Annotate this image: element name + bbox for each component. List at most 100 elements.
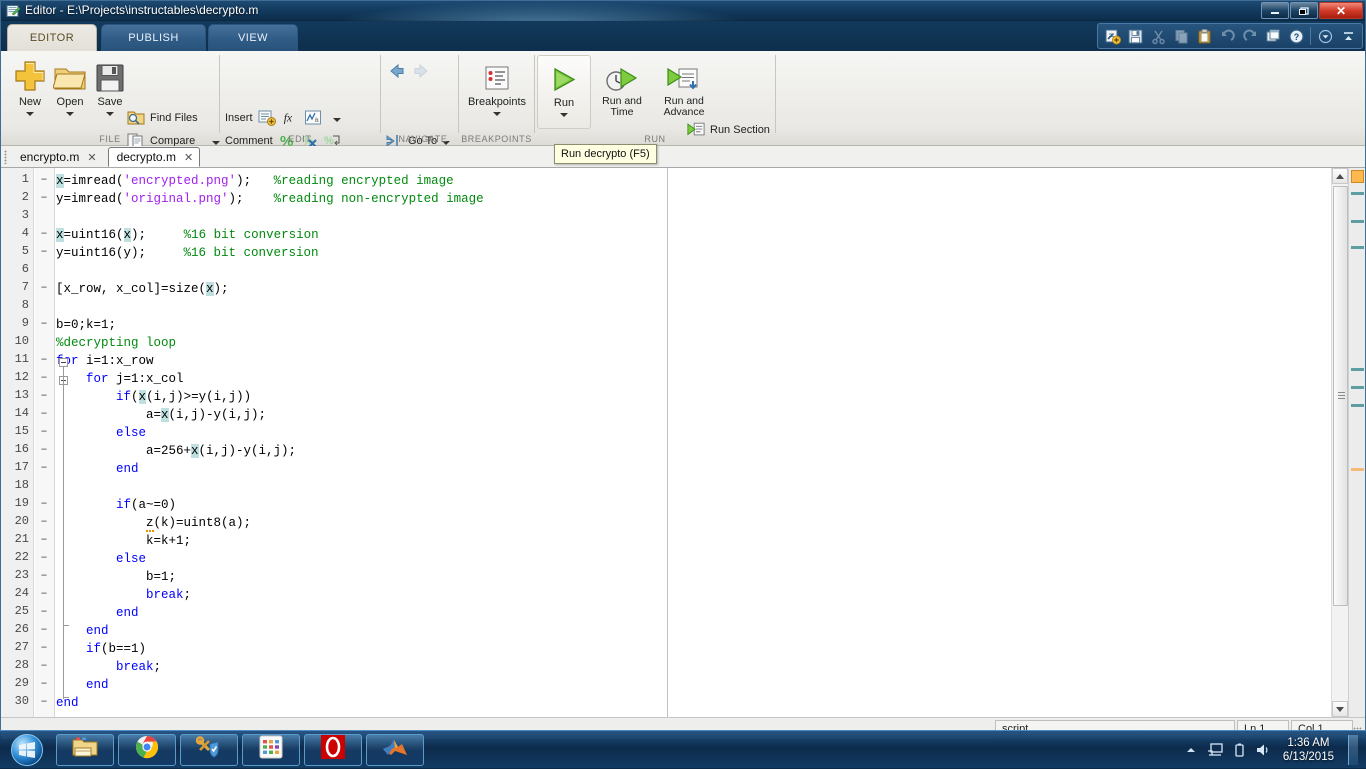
chevron-down-icon[interactable] [26, 112, 34, 116]
start-button[interactable] [2, 732, 52, 768]
executable-line-marker[interactable]: – [40, 172, 48, 186]
executable-line-marker[interactable]: – [40, 496, 48, 510]
analyzer-mark[interactable] [1351, 368, 1364, 371]
code-line[interactable]: x=imread('encrypted.png'); %reading encr… [56, 172, 454, 190]
executable-line-marker[interactable]: – [40, 190, 48, 204]
redo-icon[interactable] [1239, 25, 1261, 47]
new-script-icon[interactable] [1101, 25, 1123, 47]
executable-line-marker[interactable]: – [40, 532, 48, 546]
executable-line-marker[interactable]: – [40, 514, 48, 528]
analyzer-status-box[interactable] [1351, 170, 1364, 183]
executable-line-marker[interactable]: – [40, 352, 48, 366]
code-line[interactable]: else [56, 424, 146, 442]
insert-function-icon[interactable]: fx [281, 109, 299, 126]
back-arrow-icon[interactable] [387, 63, 405, 84]
executable-line-marker[interactable]: – [40, 370, 48, 384]
close-button[interactable]: ✕ [1319, 2, 1363, 19]
executable-line-marker[interactable]: – [40, 622, 48, 636]
analyzer-mark[interactable] [1351, 386, 1364, 389]
executable-line-marker[interactable]: – [40, 604, 48, 618]
find-files-button[interactable]: Find Files [127, 109, 198, 126]
customize-dropdown-icon[interactable] [1314, 25, 1336, 47]
close-icon[interactable]: ✕ [87, 151, 96, 164]
code-line[interactable]: x=uint16(x); %16 bit conversion [56, 226, 319, 244]
battery-icon[interactable] [1231, 742, 1247, 758]
taskbar-item-matlab[interactable] [366, 734, 424, 766]
volume-icon[interactable] [1255, 742, 1271, 758]
chevron-down-icon[interactable] [66, 112, 74, 116]
restore-button[interactable] [1290, 2, 1318, 19]
taskbar-item-opera[interactable] [304, 734, 362, 766]
insert-button[interactable]: Insert fx [225, 109, 341, 126]
code-content[interactable]: x=imread('encrypted.png'); %reading encr… [56, 168, 1365, 717]
tab-editor[interactable]: EDITOR [7, 24, 97, 51]
analyzer-mark[interactable] [1351, 246, 1364, 249]
code-line[interactable]: for j=1:x_col [56, 370, 184, 388]
clock[interactable]: 1:36 AM 6/13/2015 [1283, 736, 1334, 764]
code-line[interactable]: end [56, 460, 139, 478]
executable-line-marker[interactable]: – [40, 244, 48, 258]
copy-icon[interactable] [1170, 25, 1192, 47]
analyzer-mark[interactable] [1351, 220, 1364, 223]
executable-line-marker[interactable]: – [40, 442, 48, 456]
code-line[interactable]: z(k)=uint8(a); [56, 514, 251, 532]
run-and-time-button[interactable]: Run and Time [591, 55, 653, 129]
executable-line-marker[interactable]: – [40, 568, 48, 582]
cut-icon[interactable] [1147, 25, 1169, 47]
breakpoints-button[interactable]: Breakpoints [469, 55, 525, 129]
code-line[interactable]: a=x(i,j)-y(i,j); [56, 406, 266, 424]
executable-line-marker[interactable]: – [40, 640, 48, 654]
code-line[interactable]: if(b==1) [56, 640, 146, 658]
run-and-advance-button[interactable]: Run and Advance [653, 55, 715, 129]
executable-line-marker[interactable]: – [40, 658, 48, 672]
chevron-up-icon[interactable] [1183, 742, 1199, 758]
code-line[interactable]: b=1; [56, 568, 176, 586]
scroll-up-button[interactable] [1332, 168, 1348, 184]
analyzer-mark[interactable] [1351, 404, 1364, 407]
code-line[interactable]: y=uint16(y); %16 bit conversion [56, 244, 319, 262]
code-line[interactable]: else [56, 550, 146, 568]
close-icon[interactable]: ✕ [184, 151, 193, 164]
fold-marker-line-11[interactable] [59, 358, 68, 367]
save-icon[interactable] [1124, 25, 1146, 47]
tab-view[interactable]: VIEW [208, 24, 298, 51]
undo-icon[interactable] [1216, 25, 1238, 47]
analyzer-warning-mark[interactable] [1351, 468, 1364, 471]
code-editor[interactable]: 1234567891011121314151617181920212223242… [1, 168, 1365, 717]
code-line[interactable]: if(a~=0) [56, 496, 176, 514]
code-line[interactable]: for i=1:x_row [56, 352, 154, 370]
executable-line-marker[interactable]: – [40, 406, 48, 420]
executable-line-marker[interactable]: – [40, 316, 48, 330]
run-button[interactable]: Run [537, 55, 591, 129]
show-desktop-button[interactable] [1348, 735, 1358, 765]
code-line[interactable]: if(x(i,j)>=y(i,j)) [56, 388, 251, 406]
code-line[interactable]: b=0;k=1; [56, 316, 116, 334]
tab-publish[interactable]: PUBLISH [101, 24, 206, 51]
paste-icon[interactable] [1193, 25, 1215, 47]
vertical-scrollbar[interactable] [1331, 168, 1348, 717]
executable-line-marker[interactable]: – [40, 388, 48, 402]
help-icon[interactable]: ? [1285, 25, 1307, 47]
taskbar-item-chrome[interactable] [118, 734, 176, 766]
executable-line-marker[interactable]: – [40, 424, 48, 438]
analyzer-mark[interactable] [1351, 192, 1364, 195]
code-line[interactable]: end [56, 604, 139, 622]
executable-line-marker[interactable]: – [40, 460, 48, 474]
chevron-down-icon[interactable] [333, 118, 341, 122]
scroll-down-button[interactable] [1332, 701, 1348, 717]
taskbar-item-apps[interactable] [242, 734, 300, 766]
executable-line-marker[interactable]: – [40, 586, 48, 600]
executable-line-marker[interactable]: – [40, 694, 48, 708]
minimize-button[interactable] [1261, 2, 1289, 19]
taskbar-item-explorer[interactable] [56, 734, 114, 766]
code-line[interactable]: break; [56, 658, 161, 676]
chevron-down-icon[interactable] [493, 112, 501, 116]
scrollbar-thumb[interactable] [1333, 186, 1348, 606]
code-analyzer-strip[interactable] [1348, 168, 1365, 717]
insert-plot-icon[interactable]: fi [304, 109, 322, 126]
document-tab-encrypto[interactable]: encrypto.m ✕ [11, 147, 104, 167]
code-line[interactable]: y=imread('original.png'); %reading non-e… [56, 190, 484, 208]
document-tab-decrypto[interactable]: decrypto.m ✕ [108, 147, 201, 167]
minimize-ribbon-icon[interactable] [1337, 25, 1359, 47]
code-line[interactable]: %decrypting loop [56, 334, 176, 352]
